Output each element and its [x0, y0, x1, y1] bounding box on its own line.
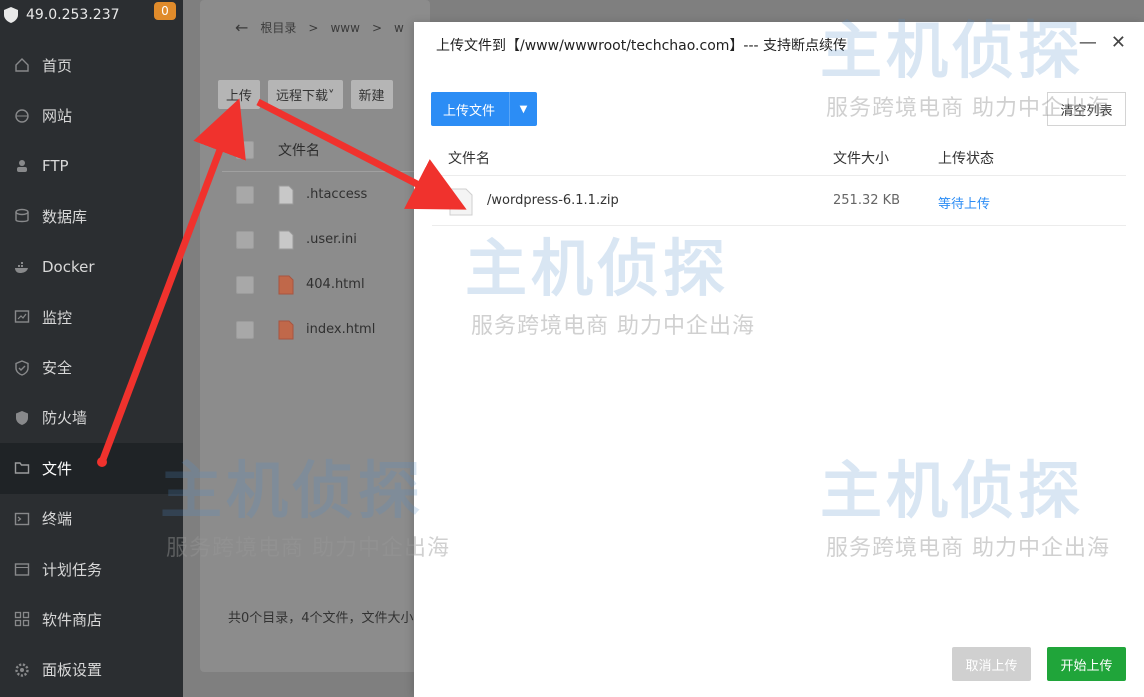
sidebar-item-label: 软件商店: [42, 610, 103, 629]
upload-dialog: 上传文件到【/www/wwwroot/techchao.com】--- 支持断点…: [414, 22, 1144, 697]
file-toolbar: 上传 远程下载˅ 新建: [218, 80, 393, 109]
sidebar-item-label: 数据库: [42, 207, 88, 226]
sidebar-item-label: FTP: [42, 156, 69, 175]
upload-status: 等待上传: [938, 197, 991, 212]
row-checkbox[interactable]: [236, 185, 254, 204]
back-arrow-icon[interactable]: ←: [235, 18, 248, 37]
sidebar-item-label: 安全: [42, 359, 73, 378]
file-icon: [278, 185, 294, 204]
breadcrumb-wwwroot[interactable]: w: [394, 21, 404, 35]
sidebar-item-settings[interactable]: 面板设置: [0, 645, 183, 695]
table-row[interactable]: .htaccess: [222, 172, 422, 217]
database-icon: [14, 208, 30, 224]
sidebar-item-website[interactable]: 网站: [0, 90, 183, 140]
table-row[interactable]: .user.ini: [222, 217, 422, 262]
security-icon: [14, 359, 30, 376]
table-row: /wordpress-6.1.1.zip 251.32 KB 等待上传: [432, 176, 1126, 226]
sidebar-item-label: 监控: [42, 308, 73, 327]
cancel-upload-button[interactable]: 取消上传: [952, 647, 1031, 681]
settings-icon: [14, 662, 30, 678]
sidebar-item-security[interactable]: 安全: [0, 342, 183, 392]
file-table-header: 文件名: [222, 128, 422, 172]
remote-download-label: 远程下载: [276, 89, 329, 104]
calendar-icon: [14, 561, 30, 577]
select-all-checkbox[interactable]: [236, 140, 254, 159]
row-checkbox[interactable]: [236, 230, 254, 249]
sidebar-nav: 首页 网站 FTP 数据库 Docker 监控 安全 防火墙 文件 终端 计划任…: [0, 40, 183, 695]
home-icon: [14, 57, 30, 73]
file-icon: [449, 188, 473, 216]
sidebar: 49.0.253.237 0 首页 网站 FTP 数据库 Docker 监控 安…: [0, 0, 183, 697]
sidebar-item-firewall[interactable]: 防火墙: [0, 393, 183, 443]
clear-list-button[interactable]: 清空列表: [1047, 92, 1126, 126]
globe-icon: [14, 108, 30, 124]
column-filename[interactable]: 文件名: [278, 140, 320, 160]
sidebar-item-cron[interactable]: 计划任务: [0, 544, 183, 594]
file-name[interactable]: 404.html: [306, 277, 365, 292]
terminal-icon: [14, 511, 30, 527]
shield-icon: [4, 7, 18, 23]
file-list: .htaccess .user.ini 404.html index.html: [222, 172, 422, 352]
breadcrumb-separator: >: [371, 20, 382, 35]
upload-table-header: 文件名 文件大小 上传状态: [432, 138, 1126, 176]
upload-button[interactable]: 上传: [218, 80, 261, 109]
sidebar-item-label: 网站: [42, 107, 73, 126]
sidebar-item-label: 文件: [42, 459, 73, 478]
sidebar-item-label: 终端: [42, 510, 73, 529]
breadcrumb-root[interactable]: 根目录: [260, 19, 296, 36]
folder-icon: [14, 460, 30, 476]
html-file-icon: [278, 320, 294, 339]
sidebar-item-ftp[interactable]: FTP: [0, 141, 183, 191]
breadcrumb-www[interactable]: www: [330, 21, 359, 35]
file-name[interactable]: .user.ini: [306, 232, 357, 247]
notification-badge[interactable]: 0: [154, 2, 176, 20]
column-upload-status: 上传状态: [938, 151, 994, 167]
sidebar-item-store[interactable]: 软件商店: [0, 594, 183, 644]
server-ip: 49.0.253.237: [26, 7, 120, 23]
file-name[interactable]: .htaccess: [306, 187, 367, 202]
breadcrumb: ← 根目录 > www > w: [235, 18, 404, 37]
upload-files-label: 上传文件: [443, 103, 496, 119]
apps-icon: [14, 611, 30, 627]
file-icon: [278, 230, 294, 249]
new-button[interactable]: 新建: [350, 80, 393, 109]
file-name[interactable]: index.html: [306, 322, 375, 337]
table-row[interactable]: 404.html: [222, 262, 422, 307]
sidebar-item-home[interactable]: 首页: [0, 40, 183, 90]
minimize-icon[interactable]: —: [1079, 32, 1097, 53]
sidebar-item-label: 计划任务: [42, 560, 103, 579]
sidebar-item-files[interactable]: 文件: [0, 443, 183, 494]
upload-file-name: /wordpress-6.1.1.zip: [487, 193, 619, 208]
sidebar-item-terminal[interactable]: 终端: [0, 494, 183, 544]
row-checkbox[interactable]: [236, 275, 254, 294]
sidebar-item-label: 面板设置: [42, 661, 103, 680]
firewall-icon: [14, 410, 30, 426]
dialog-title: 上传文件到【/www/wwwroot/techchao.com】--- 支持断点…: [436, 38, 848, 54]
file-summary: 共0个目录，4个文件，文件大小: [228, 611, 414, 626]
upload-file-size: 251.32 KB: [833, 193, 901, 208]
close-icon[interactable]: ✕: [1111, 32, 1126, 53]
remote-download-button[interactable]: 远程下载˅: [268, 80, 343, 109]
column-filename: 文件名: [448, 151, 490, 167]
sidebar-item-monitor[interactable]: 监控: [0, 292, 183, 342]
start-upload-button[interactable]: 开始上传: [1047, 647, 1126, 681]
row-checkbox[interactable]: [236, 320, 254, 339]
sidebar-item-label: 首页: [42, 56, 73, 75]
table-row[interactable]: index.html: [222, 307, 422, 352]
column-filesize: 文件大小: [833, 151, 889, 167]
upload-files-button[interactable]: 上传文件 ▼: [431, 92, 537, 126]
breadcrumb-separator: >: [308, 20, 319, 35]
chevron-down-icon[interactable]: ▼: [509, 92, 537, 126]
docker-icon: [14, 259, 30, 275]
sidebar-item-label: Docker: [42, 257, 95, 276]
monitor-icon: [14, 309, 30, 325]
dialog-controls: — ✕: [1079, 32, 1126, 53]
html-file-icon: [278, 275, 294, 294]
ftp-icon: [14, 158, 30, 174]
sidebar-item-docker[interactable]: Docker: [0, 242, 183, 292]
sidebar-item-label: 防火墙: [42, 409, 88, 428]
sidebar-item-database[interactable]: 数据库: [0, 191, 183, 241]
